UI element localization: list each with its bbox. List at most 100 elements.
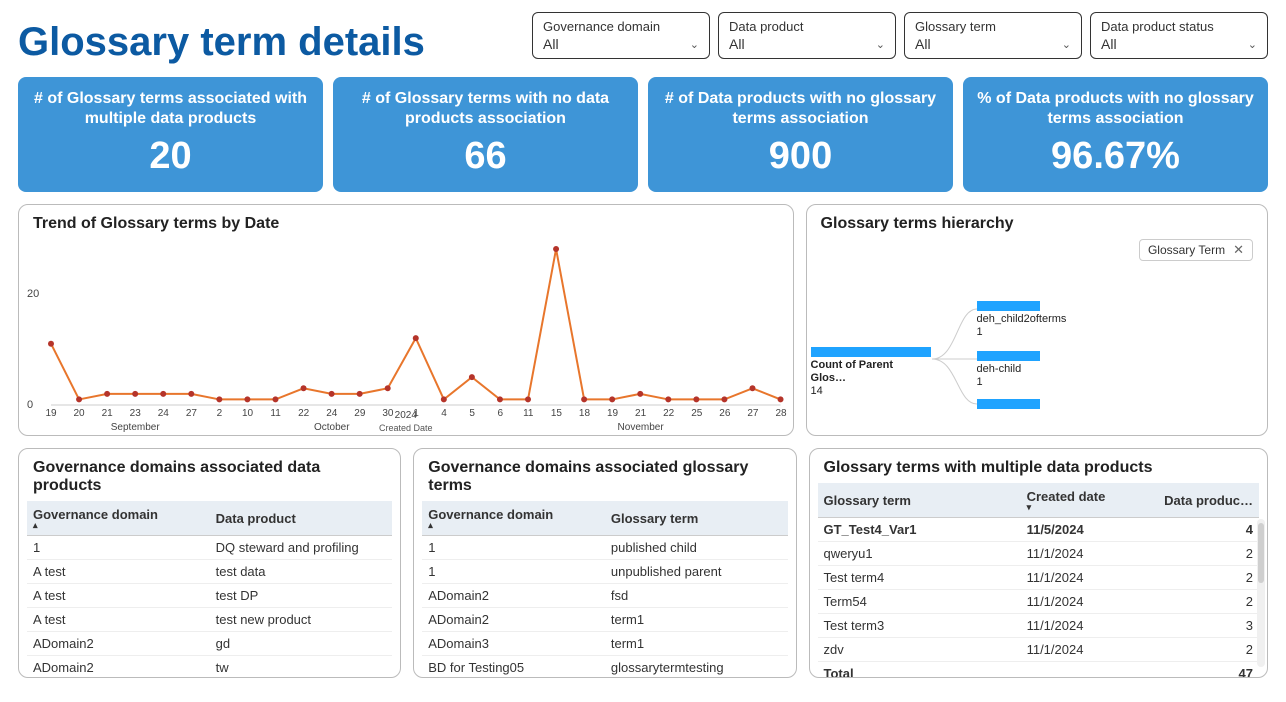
table-cell: 11/1/2024 bbox=[1021, 638, 1153, 662]
col-header[interactable]: Glossary term bbox=[605, 501, 788, 536]
x-tick: 27 bbox=[747, 408, 758, 419]
table-cell: 11/1/2024 bbox=[1021, 614, 1153, 638]
col-header[interactable]: Data produc… bbox=[1153, 483, 1259, 518]
chevron-down-icon: ⌄ bbox=[690, 38, 699, 51]
table-cell: test DP bbox=[210, 584, 393, 608]
table-cell bbox=[1021, 662, 1153, 677]
kpi-label: % of Data products with no glossary term… bbox=[975, 87, 1256, 131]
x-tick: 11 bbox=[270, 408, 280, 419]
table-cell: 3 bbox=[1153, 614, 1259, 638]
node-value: 14 bbox=[811, 385, 931, 397]
filter-label: Data product status bbox=[1101, 19, 1257, 34]
filter-data-product-status[interactable]: Data product status All ⌄ bbox=[1090, 12, 1268, 59]
table-row[interactable]: Test term411/1/20242 bbox=[818, 566, 1260, 590]
hierarchy-child-node[interactable] bbox=[977, 399, 1067, 411]
filter-data-product[interactable]: Data product All ⌄ bbox=[718, 12, 896, 59]
table-row[interactable]: A testtest data bbox=[27, 560, 392, 584]
table-row[interactable]: 1published child bbox=[422, 536, 787, 560]
table-row[interactable]: qweryu111/1/20242 bbox=[818, 542, 1260, 566]
x-tick: 15 bbox=[551, 408, 562, 419]
table-cell: Test term3 bbox=[818, 614, 1021, 638]
filter-value: All bbox=[543, 36, 559, 52]
table-row[interactable]: ADomain3term1 bbox=[422, 632, 787, 656]
hierarchy-breadcrumb[interactable]: Glossary Term ✕ bbox=[1139, 239, 1253, 261]
table-row[interactable]: Test term311/1/20243 bbox=[818, 614, 1260, 638]
col-header[interactable]: Glossary term bbox=[818, 483, 1021, 518]
x-tick: 24 bbox=[158, 408, 169, 419]
table-row[interactable]: Term5411/1/20242 bbox=[818, 590, 1260, 614]
table-cell: 47 bbox=[1153, 662, 1259, 677]
filter-governance-domain[interactable]: Governance domain All ⌄ bbox=[532, 12, 710, 59]
table-cell: Test term4 bbox=[818, 566, 1021, 590]
col-header[interactable]: Created date▾ bbox=[1021, 483, 1153, 518]
kpi-card-pct-no-gt[interactable]: % of Data products with no glossary term… bbox=[963, 77, 1268, 192]
filter-dropdown[interactable]: All ⌄ bbox=[729, 36, 885, 52]
table-cell: 11/1/2024 bbox=[1021, 542, 1153, 566]
table-cell: zdv bbox=[818, 638, 1021, 662]
table-cell: 2 bbox=[1153, 590, 1259, 614]
card-title: Glossary terms with multiple data produc… bbox=[810, 449, 1268, 483]
table-cell: fsd bbox=[605, 584, 788, 608]
table-row[interactable]: ADomain2fsd bbox=[422, 584, 787, 608]
kpi-label: # of Data products with no glossary term… bbox=[660, 87, 941, 131]
table-cell: A test bbox=[27, 608, 210, 632]
table-cell: glossarytermtesting bbox=[605, 656, 788, 677]
node-label: deh_child2ofterms bbox=[977, 313, 1067, 326]
x-tick: 6 bbox=[497, 408, 503, 419]
col-header[interactable]: Governance domain▴ bbox=[422, 501, 605, 536]
scrollbar-thumb[interactable] bbox=[1258, 523, 1264, 583]
table-cell: test data bbox=[210, 560, 393, 584]
kpi-card-dp-no-gt[interactable]: # of Data products with no glossary term… bbox=[648, 77, 953, 192]
table-row[interactable]: GT_Test4_Var111/5/20244 bbox=[818, 518, 1260, 542]
table-row[interactable]: BD for Testing05glossarytermtesting bbox=[422, 656, 787, 677]
close-icon[interactable]: ✕ bbox=[1233, 242, 1244, 258]
col-header[interactable]: Data product bbox=[210, 501, 393, 536]
table-row[interactable]: zdv11/1/20242 bbox=[818, 638, 1260, 662]
x-tick: 19 bbox=[607, 408, 618, 419]
filter-label: Glossary term bbox=[915, 19, 1071, 34]
table-card-domains-dataproducts[interactable]: Governance domains associated data produ… bbox=[18, 448, 401, 678]
trend-chart-plot[interactable]: 0201920212324272101122242930145611151819… bbox=[51, 249, 781, 405]
col-header[interactable]: Governance domain▴ bbox=[27, 501, 210, 536]
filter-dropdown[interactable]: All ⌄ bbox=[543, 36, 699, 52]
table-cell: A test bbox=[27, 560, 210, 584]
table-row[interactable]: 1DQ steward and profiling bbox=[27, 536, 392, 560]
filter-dropdown[interactable]: All ⌄ bbox=[915, 36, 1071, 52]
filter-glossary-term[interactable]: Glossary term All ⌄ bbox=[904, 12, 1082, 59]
hierarchy-card[interactable]: Glossary terms hierarchy Glossary Term ✕… bbox=[806, 204, 1268, 436]
x-tick: 28 bbox=[775, 408, 786, 419]
scrollbar[interactable] bbox=[1257, 519, 1265, 667]
table-row[interactable]: 1unpublished parent bbox=[422, 560, 787, 584]
trend-chart-card[interactable]: Trend of Glossary terms by Date 02019202… bbox=[18, 204, 794, 436]
x-tick: 26 bbox=[719, 408, 730, 419]
breadcrumb-label: Glossary Term bbox=[1148, 243, 1225, 257]
x-tick: 29 bbox=[354, 408, 365, 419]
hierarchy-child-node[interactable]: deh-child 1 bbox=[977, 351, 1067, 388]
x-tick: 24 bbox=[326, 408, 337, 419]
table-cell: 2 bbox=[1153, 638, 1259, 662]
table-cell: A test bbox=[27, 584, 210, 608]
table-card-glossaryterms-multi-dp[interactable]: Glossary terms with multiple data produc… bbox=[809, 448, 1269, 678]
table-row[interactable]: ADomain2tw bbox=[27, 656, 392, 677]
table-cell: 1 bbox=[422, 536, 605, 560]
table-cell: term1 bbox=[605, 632, 788, 656]
table-row[interactable]: ADomain2gd bbox=[27, 632, 392, 656]
kpi-card-no-dp[interactable]: # of Glossary terms with no data product… bbox=[333, 77, 638, 192]
table-cell: 2 bbox=[1153, 542, 1259, 566]
x-tick: 11 bbox=[523, 408, 533, 419]
table-card-domains-glossaryterms[interactable]: Governance domains associated glossary t… bbox=[413, 448, 796, 678]
table-row[interactable]: A testtest DP bbox=[27, 584, 392, 608]
x-month-label: October bbox=[314, 422, 350, 433]
table-cell: 2 bbox=[1153, 566, 1259, 590]
table-row[interactable]: ADomain2term1 bbox=[422, 608, 787, 632]
hierarchy-parent-node[interactable]: Count of Parent Glos… 14 bbox=[811, 347, 931, 397]
x-month-label: November bbox=[618, 422, 664, 433]
kpi-card-multi-dp[interactable]: # of Glossary terms associated with mult… bbox=[18, 77, 323, 192]
table-row[interactable]: A testtest new product bbox=[27, 608, 392, 632]
x-tick: 21 bbox=[635, 408, 646, 419]
hierarchy-child-node[interactable]: deh_child2ofterms 1 bbox=[977, 301, 1067, 338]
table-cell: ADomain2 bbox=[27, 656, 210, 677]
bar-icon bbox=[977, 399, 1040, 409]
filter-dropdown[interactable]: All ⌄ bbox=[1101, 36, 1257, 52]
x-tick: 19 bbox=[45, 408, 56, 419]
